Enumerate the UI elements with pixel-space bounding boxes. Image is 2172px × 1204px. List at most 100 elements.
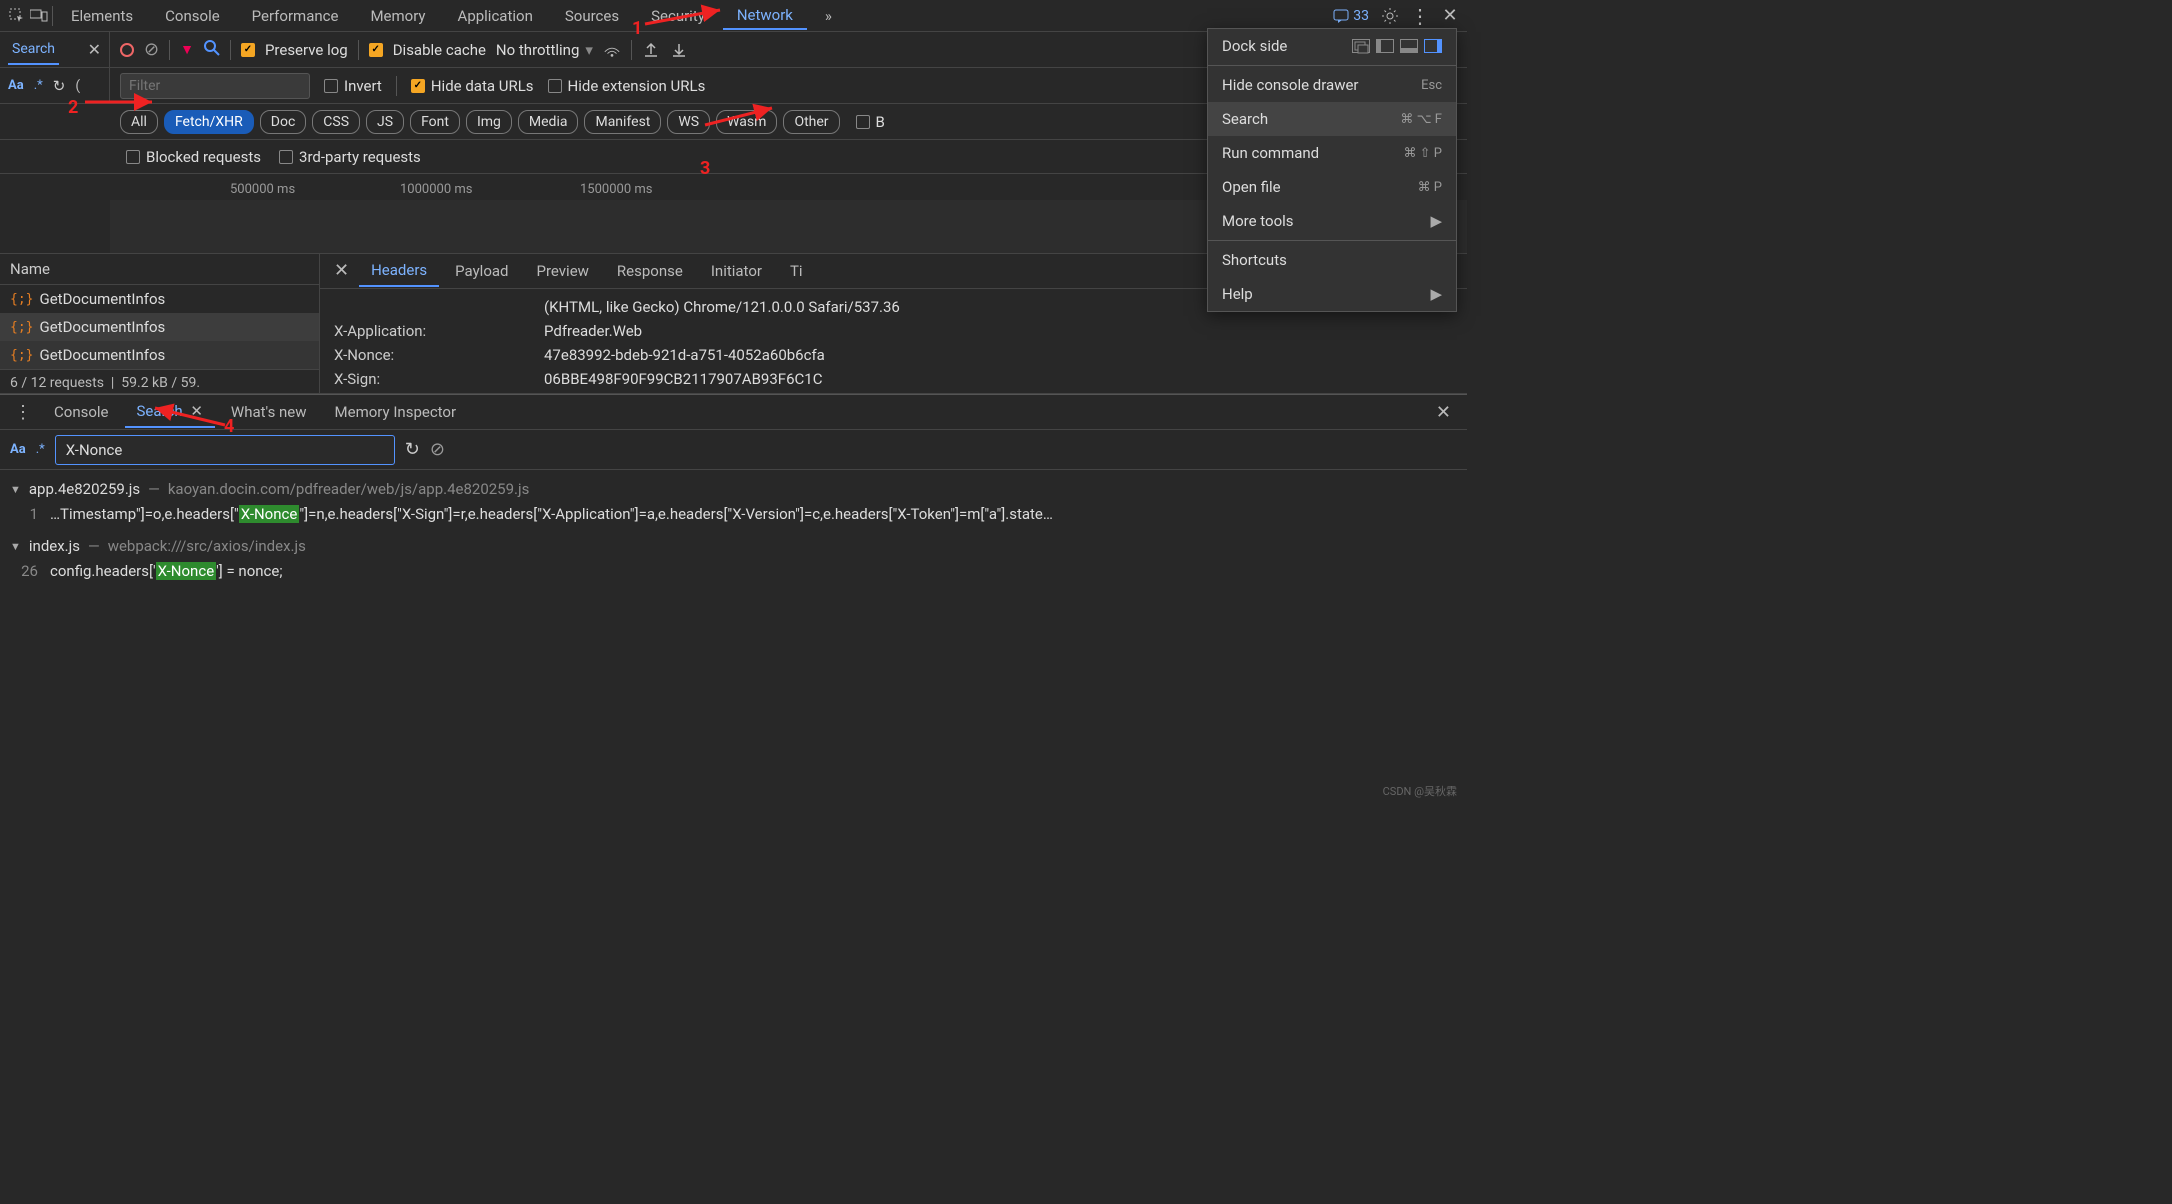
search-input[interactable] — [55, 435, 395, 465]
pill-manifest[interactable]: Manifest — [584, 110, 661, 134]
clear-icon[interactable]: ⊘ — [430, 439, 445, 460]
upload-icon[interactable] — [642, 41, 660, 59]
clear-icon[interactable]: ( — [75, 78, 80, 94]
kbd-shortcut: Esc — [1421, 78, 1442, 93]
sidebar-search-tab[interactable]: Search — [8, 35, 59, 65]
search-results: ▼ app.4e820259.js — kaoyan.docin.com/pdf… — [0, 470, 1467, 596]
request-list: Name {;}GetDocumentInfos {;}GetDocumentI… — [0, 254, 320, 393]
blocked-response-checkbox[interactable] — [856, 115, 870, 129]
dock-undock-icon[interactable] — [1352, 39, 1370, 53]
file-name: app.4e820259.js — [29, 480, 140, 498]
kebab-icon[interactable]: ⋮ — [1411, 7, 1429, 25]
messages-count[interactable]: 33 — [1333, 8, 1369, 24]
dock-bottom-icon[interactable] — [1400, 39, 1418, 53]
match-highlight: X-Nonce — [156, 562, 217, 580]
tab-preview[interactable]: Preview — [525, 256, 601, 286]
menu-shortcuts[interactable]: Shortcuts — [1208, 243, 1456, 277]
pill-media[interactable]: Media — [518, 110, 579, 134]
tab-console[interactable]: Console — [151, 3, 234, 29]
menu-dock-side: Dock side — [1208, 29, 1456, 63]
drawer-kebab-icon[interactable]: ⋮ — [8, 402, 38, 423]
tab-payload[interactable]: Payload — [443, 256, 520, 286]
tab-performance[interactable]: Performance — [238, 3, 353, 29]
tab-elements[interactable]: Elements — [57, 3, 147, 29]
preserve-log-checkbox[interactable]: ✓ — [241, 43, 255, 57]
tab-application[interactable]: Application — [444, 3, 547, 29]
device-icon[interactable] — [30, 7, 48, 25]
close-detail-icon[interactable]: ✕ — [328, 260, 355, 281]
drawer-close-icon[interactable]: ✕ — [1428, 402, 1459, 423]
pill-font[interactable]: Font — [410, 110, 460, 134]
third-party-label: 3rd-party requests — [299, 148, 421, 166]
close-icon[interactable]: ✕ — [88, 40, 101, 59]
result-file[interactable]: ▼ app.4e820259.js — kaoyan.docin.com/pdf… — [10, 476, 1457, 502]
hide-ext-checkbox[interactable] — [548, 79, 562, 93]
tab-more[interactable]: » — [811, 3, 846, 29]
drawer-tab-whatsnew[interactable]: What's new — [219, 397, 319, 427]
pill-img[interactable]: Img — [466, 110, 512, 134]
pill-doc[interactable]: Doc — [260, 110, 307, 134]
pill-all[interactable]: All — [120, 110, 158, 134]
request-row[interactable]: {;}GetDocumentInfos — [0, 313, 319, 341]
hide-data-checkbox[interactable]: ✓ — [411, 79, 425, 93]
filter-icon[interactable]: ▼ — [180, 41, 194, 58]
clear-icon[interactable]: ⊘ — [144, 39, 159, 60]
dock-left-icon[interactable] — [1376, 39, 1394, 53]
menu-help[interactable]: Help▶ — [1208, 277, 1456, 311]
dock-right-icon[interactable] — [1424, 39, 1442, 53]
match-case-icon[interactable]: Aa — [8, 78, 24, 93]
drawer-tab-search[interactable]: Search ✕ — [125, 396, 215, 428]
match-case-icon[interactable]: Aa — [10, 442, 26, 457]
pill-fetch-xhr[interactable]: Fetch/XHR — [164, 110, 254, 134]
menu-search[interactable]: Search⌘ ⌥ F — [1208, 102, 1456, 136]
menu-hide-drawer[interactable]: Hide console drawerEsc — [1208, 68, 1456, 102]
invert-checkbox[interactable] — [324, 79, 338, 93]
request-name: GetDocumentInfos — [39, 290, 165, 308]
regex-icon[interactable]: .* — [34, 78, 43, 93]
pill-js[interactable]: JS — [366, 110, 404, 134]
tab-sources[interactable]: Sources — [551, 3, 633, 29]
divider — [52, 6, 53, 26]
refresh-icon[interactable]: ↻ — [405, 439, 420, 460]
settings-icon[interactable] — [1381, 7, 1399, 25]
drawer-tab-console[interactable]: Console — [42, 397, 121, 427]
download-icon[interactable] — [670, 41, 688, 59]
request-row[interactable]: {;}GetDocumentInfos — [0, 285, 319, 313]
refresh-icon[interactable]: ↻ — [53, 77, 66, 95]
record-icon[interactable] — [120, 43, 134, 57]
pill-css[interactable]: CSS — [312, 110, 360, 134]
drawer-tab-memory[interactable]: Memory Inspector — [323, 397, 469, 427]
tab-security[interactable]: Security — [637, 3, 719, 29]
watermark: CSDN @吴秋霖 — [1383, 783, 1457, 799]
tab-timing[interactable]: Ti — [778, 256, 815, 286]
blocked-req-checkbox[interactable] — [126, 150, 140, 164]
pill-ws[interactable]: WS — [667, 110, 710, 134]
pill-wasm[interactable]: Wasm — [716, 110, 777, 134]
pill-other[interactable]: Other — [783, 110, 839, 134]
tab-headers[interactable]: Headers — [359, 255, 439, 287]
request-row[interactable]: {;}GetDocumentInfos — [0, 341, 319, 369]
result-file[interactable]: ▼ index.js — webpack:///src/axios/index.… — [10, 533, 1457, 559]
filter-input[interactable] — [120, 73, 310, 99]
tab-memory[interactable]: Memory — [356, 3, 439, 29]
request-list-header[interactable]: Name — [0, 254, 319, 285]
third-party-checkbox[interactable] — [279, 150, 293, 164]
throttling-value: No throttling — [496, 41, 579, 59]
result-line[interactable]: 26 config.headers['X-Nonce'] = nonce; — [10, 559, 1457, 590]
regex-icon[interactable]: .* — [36, 442, 45, 457]
tab-initiator[interactable]: Initiator — [699, 256, 774, 286]
inspect-icon[interactable] — [8, 7, 26, 25]
close-devtools-icon[interactable]: ✕ — [1441, 7, 1459, 25]
menu-open-file[interactable]: Open file⌘ P — [1208, 170, 1456, 204]
throttling-select[interactable]: No throttling▾ — [496, 41, 593, 59]
result-line[interactable]: 1 …Timestamp"]=o,e.headers["X-Nonce"]=n,… — [10, 502, 1457, 533]
tab-network[interactable]: Network — [723, 2, 807, 30]
search-icon[interactable] — [204, 40, 220, 60]
menu-run-command[interactable]: Run command⌘ ⇧ P — [1208, 136, 1456, 170]
network-conditions-icon[interactable] — [603, 41, 621, 59]
disable-cache-checkbox[interactable]: ✓ — [369, 43, 383, 57]
close-icon[interactable]: ✕ — [190, 402, 203, 420]
chevron-right-icon: ▶ — [1430, 285, 1442, 303]
menu-more-tools[interactable]: More tools▶ — [1208, 204, 1456, 238]
tab-response[interactable]: Response — [605, 256, 695, 286]
